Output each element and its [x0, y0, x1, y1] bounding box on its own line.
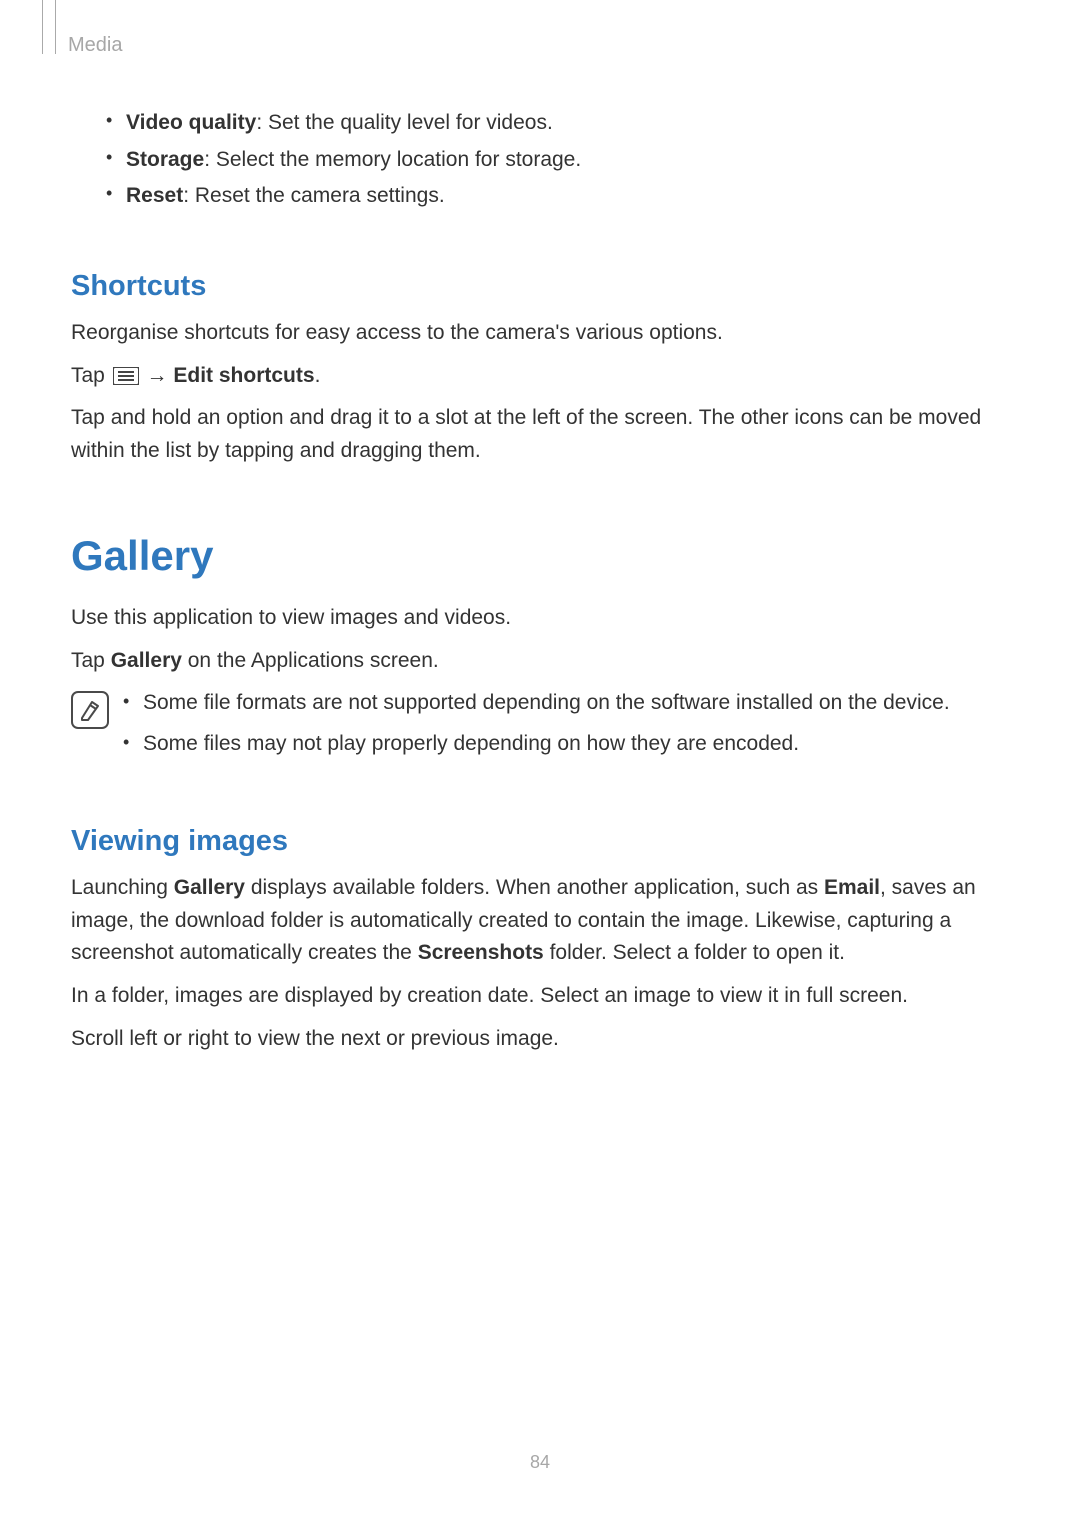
tap-bold: Gallery: [111, 649, 182, 672]
gallery-tap-line: Tap Gallery on the Applications screen.: [71, 645, 1009, 678]
text: Launching: [71, 876, 174, 899]
viewing-p3: Scroll left or right to view the next or…: [71, 1023, 1009, 1056]
list-item: Reset: Reset the camera settings.: [104, 179, 1009, 214]
text: displays available folders. When another…: [245, 876, 824, 899]
tap-action: Edit shortcuts: [173, 364, 314, 387]
gallery-heading: Gallery: [71, 532, 1009, 580]
note-text: Some file formats are not supported depe…: [143, 691, 950, 714]
page-number: 84: [0, 1452, 1080, 1473]
section-label: Media: [68, 34, 122, 57]
setting-desc: : Reset the camera settings.: [183, 184, 444, 207]
list-item: Storage: Select the memory location for …: [104, 143, 1009, 178]
bold-text: Email: [824, 876, 880, 899]
shortcuts-heading: Shortcuts: [71, 270, 1009, 303]
settings-list: Video quality: Set the quality level for…: [104, 106, 1009, 214]
setting-desc: : Set the quality level for videos.: [256, 111, 553, 134]
header-crop-marks: [42, 0, 56, 54]
viewing-p2: In a folder, images are displayed by cre…: [71, 980, 1009, 1013]
menu-icon: [113, 367, 139, 385]
note-icon: [71, 691, 109, 729]
gallery-intro: Use this application to view images and …: [71, 602, 1009, 635]
note-content: Some file formats are not supported depe…: [121, 687, 1009, 769]
note-list: Some file formats are not supported depe…: [121, 687, 1009, 761]
shortcuts-detail: Tap and hold an option and drag it to a …: [71, 402, 1009, 468]
tap-suffix: on the Applications screen.: [182, 649, 439, 672]
shortcuts-intro: Reorganise shortcuts for easy access to …: [71, 317, 1009, 350]
bold-text: Gallery: [174, 876, 245, 899]
text: folder. Select a folder to open it.: [544, 941, 845, 964]
tap-arrow: →: [141, 364, 174, 387]
setting-label: Storage: [126, 148, 204, 171]
viewing-heading: Viewing images: [71, 825, 1009, 858]
tap-prefix: Tap: [71, 649, 111, 672]
note-block: Some file formats are not supported depe…: [71, 687, 1009, 769]
bold-text: Screenshots: [418, 941, 544, 964]
list-item: Some files may not play properly dependi…: [121, 728, 1009, 761]
setting-desc: : Select the memory location for storage…: [204, 148, 581, 171]
setting-label: Reset: [126, 184, 183, 207]
page-content: Video quality: Set the quality level for…: [71, 106, 1009, 1066]
note-text: Some files may not play properly dependi…: [143, 732, 799, 755]
tap-prefix: Tap: [71, 364, 111, 387]
setting-label: Video quality: [126, 111, 256, 134]
list-item: Some file formats are not supported depe…: [121, 687, 1009, 720]
list-item: Video quality: Set the quality level for…: [104, 106, 1009, 141]
tap-period: .: [315, 364, 321, 387]
shortcuts-tap-line: Tap → Edit shortcuts.: [71, 360, 1009, 393]
viewing-p1: Launching Gallery displays available fol…: [71, 872, 1009, 970]
